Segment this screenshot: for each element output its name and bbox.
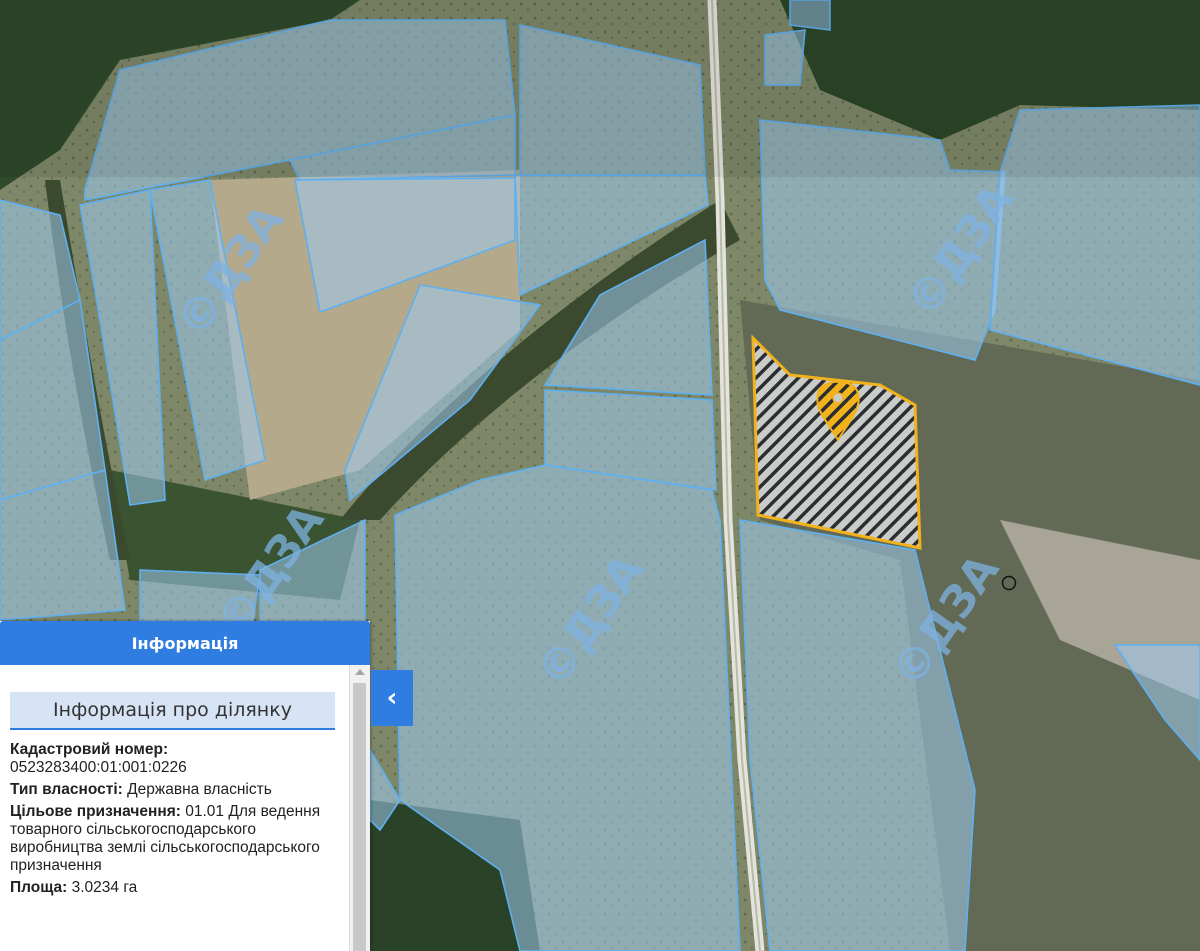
ownership-label: Тип власності: bbox=[10, 781, 123, 798]
ownership-value: Державна власність bbox=[127, 781, 272, 798]
chevron-left-icon: ‹ bbox=[386, 683, 398, 713]
purpose-field: Цільове призначення: 01.01 Для ведення т… bbox=[10, 803, 340, 875]
info-panel-body: Інформація про ділянку Кадастровий номер… bbox=[0, 665, 350, 951]
info-panel-scrollbar[interactable] bbox=[349, 665, 370, 951]
area-value: 3.0234 га bbox=[71, 879, 138, 896]
scroll-thumb[interactable] bbox=[353, 683, 366, 951]
ownership-field: Тип власності: Державна власність bbox=[10, 781, 340, 799]
info-panel: Інформація Інформація про ділянку Кадаст… bbox=[0, 621, 370, 951]
purpose-label: Цільове призначення: bbox=[10, 803, 181, 820]
cadastral-number-label: Кадастровий номер: bbox=[10, 741, 169, 758]
cadastral-number-value: 0523283400:01:001:0226 bbox=[10, 759, 187, 776]
area-label: Площа: bbox=[10, 879, 68, 896]
area-field: Площа: 3.0234 га bbox=[10, 879, 340, 897]
section-title: Інформація про ділянку bbox=[10, 692, 335, 730]
scroll-up-arrow-icon[interactable] bbox=[355, 669, 365, 675]
cadastral-number-field: Кадастровий номер: 0523283400:01:001:022… bbox=[10, 741, 340, 777]
collapse-panel-button[interactable]: ‹ bbox=[371, 670, 413, 726]
info-panel-header: Інформація bbox=[0, 621, 370, 665]
parcel-fields: Кадастровий номер: 0523283400:01:001:022… bbox=[10, 741, 340, 897]
